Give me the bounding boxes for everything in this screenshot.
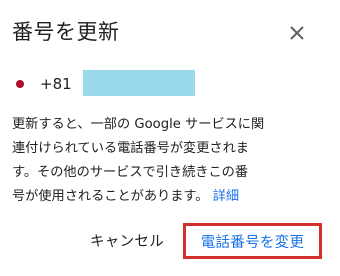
message-line-last: 号が使用されることがあります。 詳細	[12, 185, 332, 209]
message-text: 号が使用されることがあります。	[12, 189, 209, 204]
message-line: 更新すると、一部の Google サービスに関	[12, 117, 265, 132]
learn-more-link[interactable]: 詳細	[213, 189, 239, 204]
country-flag-icon	[16, 80, 24, 88]
change-phone-number-button[interactable]: 電話番号を変更	[183, 223, 322, 259]
country-code: +81	[40, 75, 72, 93]
phone-number-row: +81	[16, 70, 216, 96]
redacted-phone-number	[83, 70, 195, 96]
dialog-message: 更新すると、一部の Google サービスに関 連付けられている電話番号が変更さ…	[12, 113, 332, 209]
cancel-button[interactable]: キャンセル	[90, 228, 164, 256]
change-phone-number-label: 電話番号を変更	[200, 234, 305, 251]
close-icon	[290, 26, 304, 40]
message-line: 連付けられている電話番号が変更されま	[12, 141, 249, 156]
close-button[interactable]	[286, 22, 308, 44]
message-line: す。その他のサービスで引き続きこの番	[12, 165, 249, 180]
update-number-dialog: 番号を更新 +81 更新すると、一部の Google サービスに関 連付けられて…	[0, 0, 340, 276]
dialog-title: 番号を更新	[12, 20, 120, 44]
